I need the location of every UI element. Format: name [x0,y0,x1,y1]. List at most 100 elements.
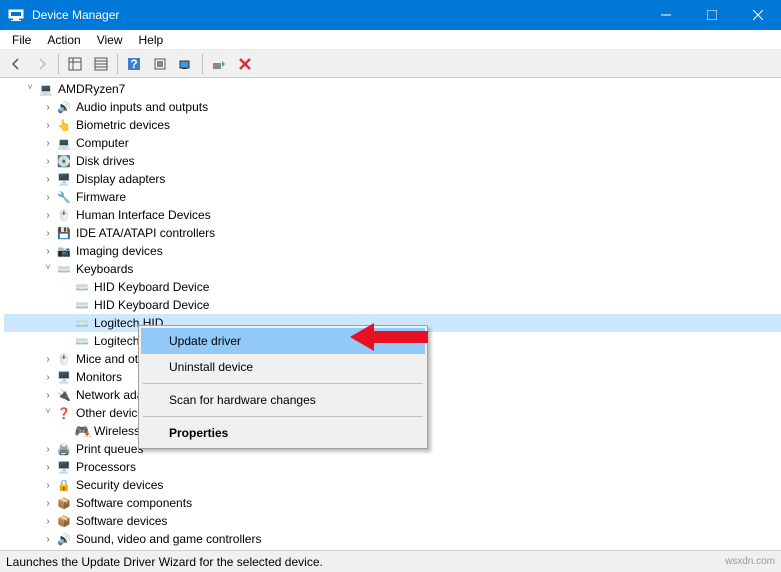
tree-root-node[interactable]: ⱽ 💻 AMDRyzen7 [4,80,781,98]
keyboards-category[interactable]: ⱽ ⌨️ Keyboards [4,260,781,278]
device-category-icon: 🖥️ [56,171,72,187]
show-hidden-button[interactable] [63,52,87,76]
tree-category[interactable]: ›🔒Security devices [4,476,781,494]
caret-icon[interactable]: › [40,225,56,241]
tree-category[interactable]: ›💾IDE ATA/ATAPI controllers [4,224,781,242]
caret-icon[interactable]: › [40,369,56,385]
tree-category[interactable]: ›👆Biometric devices [4,116,781,134]
caret-icon[interactable]: › [40,207,56,223]
ctx-scan-hardware[interactable]: Scan for hardware changes [141,387,425,413]
category-label: Monitors [76,370,122,384]
separator [143,416,423,417]
tree-category[interactable]: ›🖥️Processors [4,458,781,476]
tree-category[interactable]: ›🔧 Firmware [4,188,781,206]
caret-icon[interactable]: › [40,117,56,133]
tree-category[interactable]: ›🖱️Human Interface Devices [4,206,781,224]
caret-icon[interactable]: ⱽ [40,405,56,421]
device-category-icon: 🖥️ [56,369,72,385]
category-label: Human Interface Devices [76,208,211,222]
device-category-icon: 🖥️ [56,459,72,475]
annotation-arrow-icon [350,317,430,357]
close-button[interactable] [735,0,781,30]
category-label: Sound, video and game controllers [76,532,261,546]
tree-category[interactable]: ›🔊 Audio inputs and outputs [4,98,781,116]
tree-category[interactable]: ›🖥️ Display adapters [4,170,781,188]
caret-icon[interactable]: › [40,351,56,367]
device-item[interactable]: ⌨️ HID Keyboard Device [4,278,781,296]
keyboard-icon: ⌨️ [56,261,72,277]
device-category-icon: 📦 [56,513,72,529]
caret-icon[interactable]: › [40,477,56,493]
caret-icon[interactable]: › [40,243,56,259]
caret-icon[interactable]: › [40,99,56,115]
uninstall-button[interactable] [233,52,257,76]
separator [143,383,423,384]
scan-button[interactable] [174,52,198,76]
tree-category[interactable]: ›💽 Disk drives [4,152,781,170]
menu-action[interactable]: Action [39,31,88,49]
keyboard-icon: ⌨️ [74,333,90,349]
caret-icon[interactable]: › [40,153,56,169]
keyboard-icon: ⌨️ [74,315,90,331]
caret-icon[interactable]: › [40,441,56,457]
device-label: HID Keyboard Device [94,280,209,294]
keyboard-icon: ⌨️ [74,297,90,313]
category-label: Imaging devices [76,244,163,258]
watermark: wsxdn.com [725,556,775,567]
tree-root-label: AMDRyzen7 [58,82,125,96]
tree-category[interactable]: ›🔊 Sound, video and game controllers [4,530,781,548]
caret-icon[interactable]: › [40,135,56,151]
other-icon: ❓ [56,405,72,421]
tree-category[interactable]: ›📷 Imaging devices [4,242,781,260]
device-category-icon: 📷 [56,243,72,259]
device-category-icon: 🔊 [56,99,72,115]
caret-icon[interactable]: › [40,495,56,511]
menu-view[interactable]: View [89,31,131,49]
category-label: Biometric devices [76,118,170,132]
caret-icon[interactable]: ⱽ [22,81,38,97]
device-category-icon: 🖱️ [56,351,72,367]
tree-category[interactable]: ›📦 Software devices [4,512,781,530]
device-category-icon: 💻 [56,135,72,151]
menu-file[interactable]: File [4,31,39,49]
ctx-properties[interactable]: Properties [141,420,425,446]
caret-icon[interactable]: ⱽ [40,261,56,277]
caret-icon[interactable]: › [40,531,56,547]
device-category-icon: 🔧 [56,189,72,205]
device-category-icon: 📦 [56,495,72,511]
help-button[interactable]: ? [122,52,146,76]
menu-help[interactable]: Help [131,31,172,49]
update-driver-button[interactable] [207,52,231,76]
caret-icon[interactable]: › [40,171,56,187]
device-category-icon: 🖨️ [56,441,72,457]
status-text: Launches the Update Driver Wizard for th… [6,555,323,569]
category-label: Mice and ot [76,352,138,366]
maximize-button[interactable] [689,0,735,30]
tree-category[interactable]: ›💻Computer [4,134,781,152]
device-item[interactable]: ⌨️HID Keyboard Device [4,296,781,314]
device-tree[interactable]: ⱽ 💻 AMDRyzen7 ›🔊Audio inputs and outputs… [0,78,781,550]
caret-icon[interactable]: › [40,387,56,403]
category-label: Audio inputs and outputs [76,100,208,114]
category-label: Software devices [76,514,167,528]
category-label: Display adapters [76,172,165,186]
caret-icon[interactable]: › [40,189,56,205]
menubar: File Action View Help [0,30,781,50]
icon-button[interactable] [148,52,172,76]
forward-button[interactable] [30,52,54,76]
back-button[interactable] [4,52,28,76]
caret-icon[interactable]: › [40,513,56,529]
category-label: Disk drives [76,154,135,168]
category-label: Software components [76,496,192,510]
device-category-icon: 🔊 [56,531,72,547]
device-category-icon: 🔌 [56,387,72,403]
properties-button[interactable] [89,52,113,76]
ctx-uninstall-device[interactable]: Uninstall device [141,354,425,380]
tree-category[interactable]: ›📦 Software components [4,494,781,512]
device-category-icon: 💽 [56,153,72,169]
window-title: Device Manager [32,8,643,22]
minimize-button[interactable] [643,0,689,30]
keyboard-icon: ⌨️ [74,279,90,295]
category-label: Firmware [76,190,126,204]
caret-icon[interactable]: › [40,459,56,475]
